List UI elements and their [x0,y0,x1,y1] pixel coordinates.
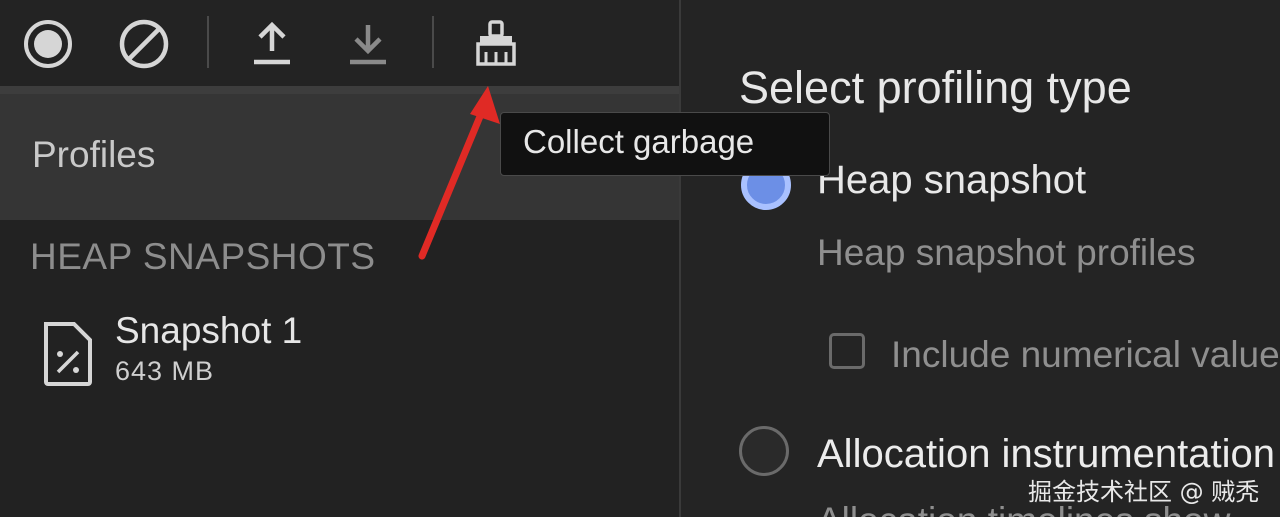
profiles-label: Profiles [32,134,156,175]
toolbar [0,0,680,88]
include-numerical-values-label[interactable]: Include numerical values [891,334,1280,376]
snapshot-size: 643 MB [115,356,215,386]
record-icon [24,20,72,68]
save-profile-button[interactable] [338,16,398,72]
upload-icon [254,21,290,65]
watermark: 掘金技术社区 @ 贼秃 [1028,478,1260,506]
record-button[interactable] [18,16,78,72]
load-profile-button[interactable] [242,16,302,72]
collect-garbage-button[interactable] [466,16,526,72]
download-icon [350,25,386,65]
collect-garbage-tooltip: Collect garbage [500,112,830,176]
allocation-instrumentation-label[interactable]: Allocation instrumentation [817,432,1275,477]
heap-snapshot-label[interactable]: Heap snapshot [817,158,1086,203]
snapshot-title: Snapshot 1 [115,310,303,351]
snapshot-list-item[interactable]: Snapshot 1 643 MB [40,306,440,396]
clear-icon [119,19,169,69]
toolbar-divider [0,86,680,94]
include-numerical-values-checkbox[interactable] [829,333,865,369]
profiling-type-panel: Select profiling type Heap snapshot Heap… [681,0,1280,517]
allocation-instrumentation-radio[interactable] [739,426,789,476]
profiles-sidebar: Profiles HEAP SNAPSHOTS Snapshot 1 643 M… [0,0,680,517]
toolbar-separator [432,16,434,68]
toolbar-separator [207,16,209,68]
page-title: Select profiling type [739,62,1132,113]
clear-all-button[interactable] [114,16,174,72]
heap-snapshot-description: Heap snapshot profiles [817,232,1196,273]
annotation-arrow-icon [418,86,500,260]
snapshot-file-icon [44,322,92,386]
broom-icon [476,20,516,66]
heap-snapshots-section-label: HEAP SNAPSHOTS [30,236,376,277]
